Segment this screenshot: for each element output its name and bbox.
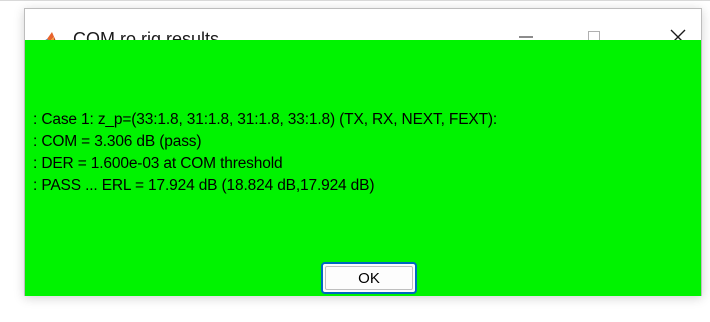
result-line-der: : DER = 1.600e-03 at COM threshold bbox=[33, 155, 283, 172]
ok-focus-ring bbox=[325, 266, 413, 290]
results-panel: : Case 1: z_p=(33:1.8, 31:1.8, 31:1.8, 3… bbox=[25, 40, 701, 296]
result-line-case: : Case 1: z_p=(33:1.8, 31:1.8, 31:1.8, 3… bbox=[33, 111, 498, 128]
results-text: : Case 1: z_p=(33:1.8, 31:1.8, 31:1.8, 3… bbox=[33, 109, 497, 197]
backdrop-divider bbox=[0, 0, 710, 1]
result-line-com: : COM = 3.306 dB (pass) bbox=[33, 133, 202, 150]
dialog-window: COM ro.rig results: Case 1: z_p=(33:1.8… bbox=[24, 8, 702, 296]
result-line-erl: : PASS ... ERL = 17.924 dB (18.824 dB,17… bbox=[33, 177, 375, 194]
ok-button[interactable]: OK bbox=[321, 262, 417, 294]
